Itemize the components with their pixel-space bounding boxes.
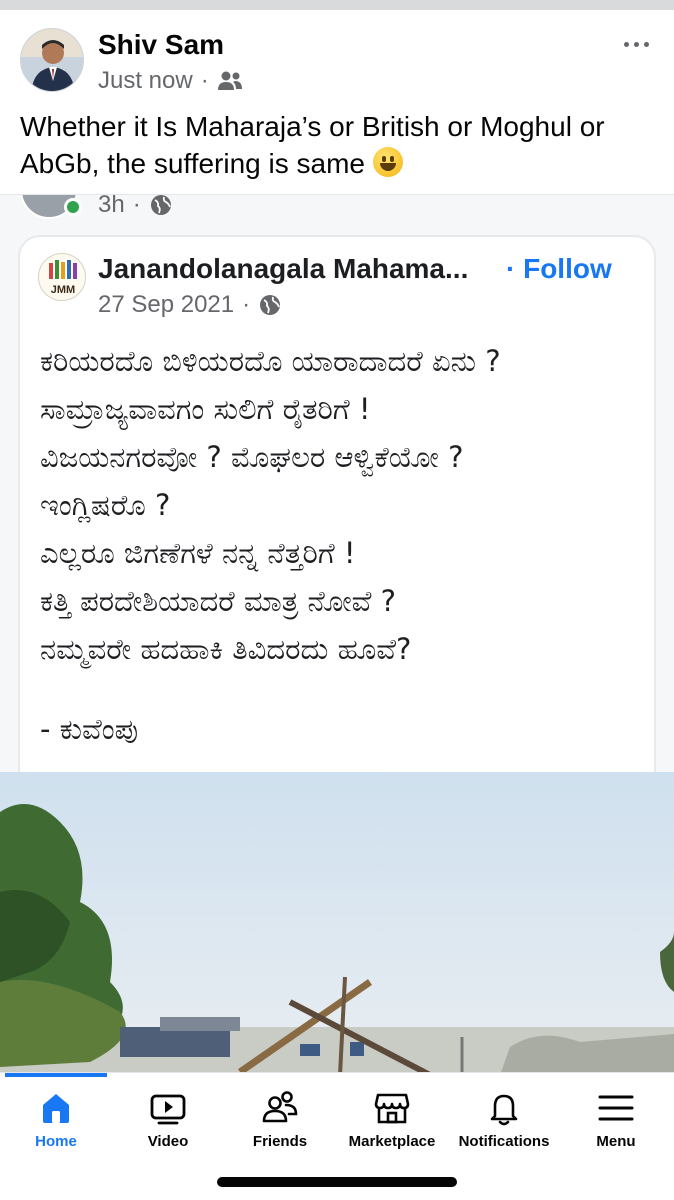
card-date[interactable]: 27 Sep 2021 [98,291,234,319]
nav-label: Video [147,1133,189,1150]
marketplace-icon [374,1093,410,1124]
online-status-dot [64,198,82,216]
nav-friends[interactable]: Friends [224,1089,336,1169]
logo-text: JMM [51,284,75,296]
partial-separator: · [132,195,141,218]
post-text-body: Whether it Is Maharaja’s or British or M… [20,111,605,179]
nav-home[interactable]: Home [0,1089,112,1169]
post-meta: Just now · [98,67,243,95]
active-tab-indicator [5,1073,107,1077]
post-photo[interactable] [0,772,674,1075]
more-options-button[interactable] [620,36,652,52]
home-indicator[interactable] [217,1177,457,1187]
partial-time: 3h [98,195,125,218]
poem-line: ಕತ್ತಿ ಪರದೇಶಿಯಾದರೆ ಮಾತ್ರ ನೋವೆ ? [40,584,397,618]
page-logo[interactable]: JMM [38,253,86,301]
nav-menu[interactable]: Menu [560,1089,672,1169]
friends-icon [262,1091,298,1123]
poem-line: ಕರಿಯರದೊ ಬಿಳಿಯರದೊ ಯಾರಾದಾದರೆ ಏನು ? [40,344,501,378]
poem-line: ವಿಜಯನಗರವೋ ? ಮೊಘಲರ ಆಳ್ವಿಕೆಯೋ ? [40,440,464,474]
more-dots-icon [623,41,629,47]
page-logo-image: JMM [49,260,77,296]
nav-notifications[interactable]: Notifications [448,1089,560,1169]
home-icon [43,1094,69,1123]
nav-video[interactable]: Video [112,1089,224,1169]
avatar-image [21,29,83,91]
post-text: Whether it Is Maharaja’s or British or M… [20,108,654,182]
page-name[interactable]: Janandolanagala Mahama... [98,253,468,285]
post-header: Shiv Sam Just now · Whether it Is Mahara… [0,10,674,195]
nav-label: Marketplace [348,1133,436,1150]
globe-icon [150,195,171,215]
shared-post-card[interactable]: JMM Janandolanagala Mahama... · Follow 2… [18,235,656,795]
shared-screenshot: 3h · JMM Janandolanagala Mahama... · Fol… [0,195,674,1075]
card-separator: · [242,291,251,318]
nav-label: Friends [252,1133,308,1150]
poem-text: ಕರಿಯರದೊ ಬಿಳಿಯರದೊ ಯಾರಾದಾದರೆ ಏನು ? ಸಾಮ್ರಾಜ… [40,337,640,673]
nav-label: Home [35,1133,77,1150]
poem-line: ಸಾಮ್ರಾಜ್ಯವಾವಗಂ ಸುಲಿಗೆ ರೈತರಿಗೆ ! [40,392,371,426]
nav-label: Notifications [458,1133,550,1150]
meta-separator: · [200,67,209,94]
menu-icon [598,1095,634,1121]
grinning-face-emoji [372,147,403,177]
partial-post-meta: 3h · [98,195,173,219]
poem-signature: - ಕುವೆಂಪು [40,712,139,746]
poem-line: ನಮ್ಮವರೇ ಹದಹಾಕಿ ತಿವಿದರದು ಹೂವೆ? [40,632,412,666]
poem-line: ಇಂಗ್ಲಿಷರೊ ? [40,488,171,522]
author-name[interactable]: Shiv Sam [98,29,224,61]
friends-icon [217,71,242,90]
nav-label: Menu [596,1133,636,1150]
video-icon [150,1094,186,1125]
nav-marketplace[interactable]: Marketplace [336,1089,448,1169]
card-meta: 27 Sep 2021 · [98,291,282,319]
globe-icon [260,295,281,315]
bell-icon [490,1094,518,1126]
top-strip [0,0,674,10]
author-avatar[interactable] [20,28,84,92]
follow-button[interactable]: · Follow [506,253,612,285]
poem-line: ಎಲ್ಲರೂ ಜಿಗಣೆಗಳೆ ನನ್ನ ನೆತ್ತರಿಗೆ ! [40,536,356,570]
post-time[interactable]: Just now [98,67,193,95]
